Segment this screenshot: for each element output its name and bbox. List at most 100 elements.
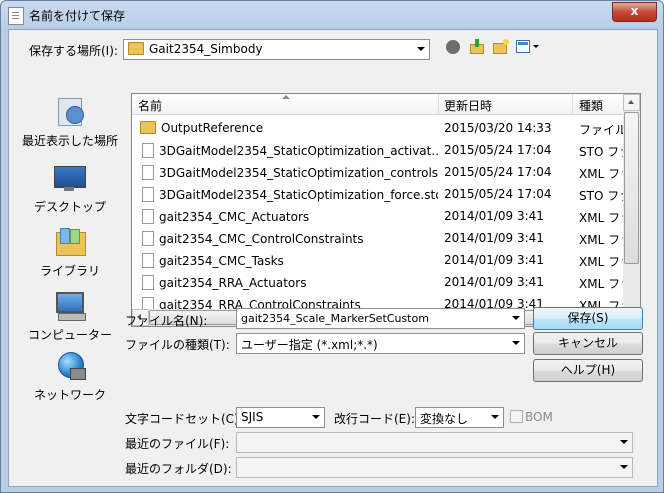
file-type: XML ファイ [579, 233, 623, 247]
file-list[interactable]: 名前 更新日時 種類 OutputReference 2015/03/20 14… [131, 93, 641, 315]
list-item[interactable]: 3DGaitModel2354_StaticOptimization_contr… [132, 161, 640, 183]
chevron-down-icon [417, 47, 425, 51]
scroll-thumb[interactable] [624, 112, 639, 264]
location-label: 保存する場所(I): [29, 44, 118, 58]
newline-label: 改行コード(E): [334, 412, 415, 426]
title-bar[interactable]: 名前を付けて保存 x [1, 1, 663, 29]
filetype-value: ユーザー指定 (*.xml;*.*) [241, 338, 378, 352]
file-type: XML ファイ [579, 167, 623, 181]
charset-value: SJIS [241, 410, 264, 424]
recent-places-icon [54, 96, 86, 128]
file-type: ファイル フ [579, 123, 623, 137]
filename-label: ファイル名(N): [125, 314, 208, 328]
sidebar-item-desktop[interactable]: デスクトップ [18, 162, 122, 215]
file-name: 3DGaitModel2354_StaticOptimization_activ… [159, 144, 438, 158]
sort-ascending-icon [282, 95, 290, 99]
sidebar-item-label: コンピューター [27, 328, 112, 342]
sidebar-item-library[interactable]: ライブラリ [18, 226, 122, 279]
file-name: gait2354_RRA_Actuators [159, 276, 307, 290]
file-name: 3DGaitModel2354_StaticOptimization_contr… [159, 166, 438, 180]
chevron-up-icon [628, 100, 634, 104]
newline-select[interactable]: 変換なし [415, 407, 504, 428]
list-item[interactable]: OutputReference 2015/03/20 14:33 ファイル フ [132, 117, 640, 139]
library-icon [54, 226, 86, 258]
vertical-scrollbar[interactable] [623, 94, 640, 314]
list-item[interactable]: gait2354_RRA_Actuators 2014/01/09 3:41 X… [132, 271, 640, 293]
close-button[interactable]: x [612, 2, 657, 22]
bom-label: BOM [525, 410, 553, 424]
computer-icon [54, 290, 86, 322]
recent-files-label: 最近のファイル(F): [125, 437, 230, 451]
folder-icon [140, 121, 156, 134]
document-icon [142, 231, 154, 246]
charset-select[interactable]: SJIS [236, 407, 325, 428]
sidebar-item-network[interactable]: ネットワーク [18, 350, 122, 403]
new-folder-icon[interactable] [493, 39, 509, 54]
chevron-down-icon [491, 415, 499, 419]
file-name: OutputReference [161, 121, 264, 135]
list-item[interactable]: 3DGaitModel2354_StaticOptimization_force… [132, 183, 640, 205]
folder-icon [128, 42, 144, 55]
view-dropdown-icon[interactable] [533, 45, 539, 48]
column-header-name[interactable]: 名前 [138, 97, 162, 114]
recent-files-select[interactable] [236, 432, 633, 453]
bom-checkbox[interactable] [510, 410, 523, 423]
recent-folders-label: 最近のフォルダ(D): [125, 462, 232, 476]
help-button[interactable]: ヘルプ(H) [533, 359, 643, 382]
back-icon[interactable] [446, 40, 460, 54]
file-name: gait2354_CMC_Tasks [159, 254, 284, 268]
document-icon [142, 209, 154, 224]
filetype-label: ファイルの種類(T): [125, 338, 230, 352]
window-title: 名前を付けて保存 [29, 9, 126, 23]
file-date: 2014/01/09 3:41 [444, 275, 544, 289]
sidebar-item-label: ライブラリ [39, 264, 100, 278]
charset-label: 文字コードセット(C): [125, 412, 243, 426]
document-icon [142, 253, 154, 268]
cancel-button[interactable]: キャンセル [533, 332, 643, 355]
file-date: 2015/03/20 14:33 [444, 121, 552, 135]
list-item[interactable]: gait2354_CMC_ControlConstraints 2014/01/… [132, 227, 640, 249]
save-button[interactable]: 保存(S) [533, 307, 643, 330]
recent-folders-select[interactable] [236, 457, 633, 478]
file-name: gait2354_CMC_Actuators [159, 210, 310, 224]
chevron-down-icon [620, 465, 628, 469]
file-date: 2015/05/24 17:04 [444, 187, 552, 201]
column-header-type[interactable]: 種類 [579, 97, 603, 114]
document-icon [142, 275, 154, 290]
list-item[interactable]: gait2354_CMC_Tasks 2014/01/09 3:41 XML フ… [132, 249, 640, 271]
sidebar-item-label: デスクトップ [33, 200, 106, 214]
file-type: XML ファイ [579, 277, 623, 291]
view-menu-icon[interactable] [516, 40, 530, 53]
dialog-client: 保存する場所(I): Gait2354_Simbody 最近表示した場所 デスク… [8, 29, 658, 487]
location-combo[interactable]: Gait2354_Simbody [123, 39, 430, 60]
file-type: XML ファイ [579, 255, 623, 269]
file-list-header: 名前 更新日時 種類 [132, 94, 640, 115]
notepad-icon [8, 7, 24, 25]
places-bar: 最近表示した場所 デスクトップ ライブラリ コンピューター ネットワーク [18, 96, 122, 416]
sidebar-item-computer[interactable]: コンピューター [18, 290, 122, 343]
list-item[interactable]: 3DGaitModel2354_StaticOptimization_activ… [132, 139, 640, 161]
chevron-down-icon [620, 440, 628, 444]
file-name: gait2354_CMC_ControlConstraints [159, 232, 364, 246]
document-icon [142, 165, 154, 180]
scroll-up-button[interactable] [623, 94, 640, 111]
file-date: 2015/05/24 17:04 [444, 165, 552, 179]
sidebar-item-label: 最近表示した場所 [21, 134, 118, 148]
sidebar-item-recent[interactable]: 最近表示した場所 [18, 96, 122, 149]
network-icon [54, 350, 86, 382]
document-icon [142, 187, 154, 202]
save-as-dialog: 名前を付けて保存 x 保存する場所(I): Gait2354_Simbody 最… [0, 0, 664, 493]
sidebar-item-label: ネットワーク [33, 388, 106, 402]
up-folder-icon[interactable] [470, 39, 484, 54]
file-type: STO ファイ [579, 189, 623, 203]
location-value: Gait2354_Simbody [149, 42, 263, 56]
filetype-select[interactable]: ユーザー指定 (*.xml;*.*) [236, 333, 525, 354]
file-name: 3DGaitModel2354_StaticOptimization_force… [159, 188, 438, 202]
file-date: 2014/01/09 3:41 [444, 231, 544, 245]
filename-input[interactable]: gait2354_Scale_MarkerSetCustom [236, 308, 525, 329]
column-header-date[interactable]: 更新日時 [444, 97, 492, 114]
desktop-icon [54, 162, 86, 194]
chevron-down-icon [512, 341, 520, 345]
list-item[interactable]: gait2354_CMC_Actuators 2014/01/09 3:41 X… [132, 205, 640, 227]
file-date: 2014/01/09 3:41 [444, 253, 544, 267]
